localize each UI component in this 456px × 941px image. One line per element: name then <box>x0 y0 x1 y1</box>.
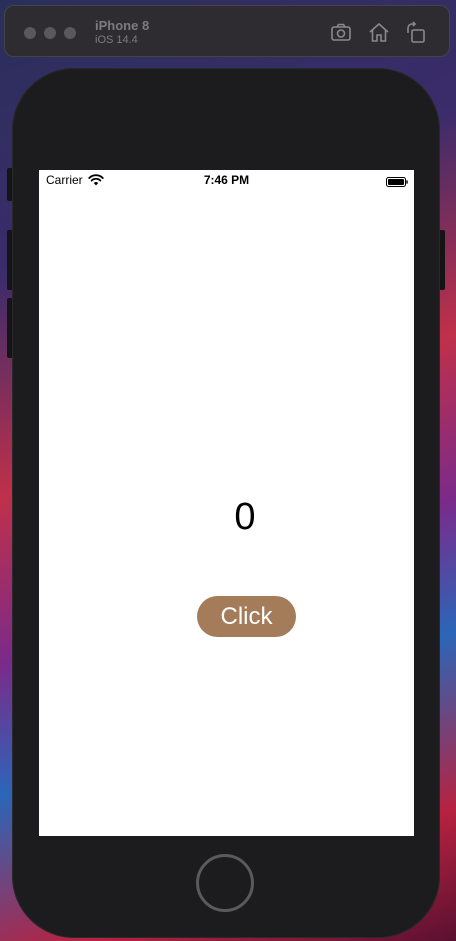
click-button[interactable]: Click <box>197 596 296 637</box>
device-screen: Carrier 7:46 PM 0 Click <box>39 170 414 836</box>
os-version: iOS 14.4 <box>95 34 138 46</box>
close-window-button[interactable] <box>24 27 36 39</box>
status-time: 7:46 PM <box>203 173 250 187</box>
minimize-window-button[interactable] <box>44 27 56 39</box>
zoom-window-button[interactable] <box>64 27 76 39</box>
screenshot-icon[interactable] <box>329 21 353 45</box>
home-icon[interactable] <box>367 21 391 45</box>
home-button[interactable] <box>196 854 254 912</box>
counter-label: 0 <box>234 496 256 538</box>
rotate-icon[interactable] <box>404 21 428 45</box>
simulator-toolbar: iPhone 8 iOS 14.4 <box>4 5 450 57</box>
battery-icon <box>386 174 408 187</box>
device-name: iPhone 8 <box>95 18 150 33</box>
